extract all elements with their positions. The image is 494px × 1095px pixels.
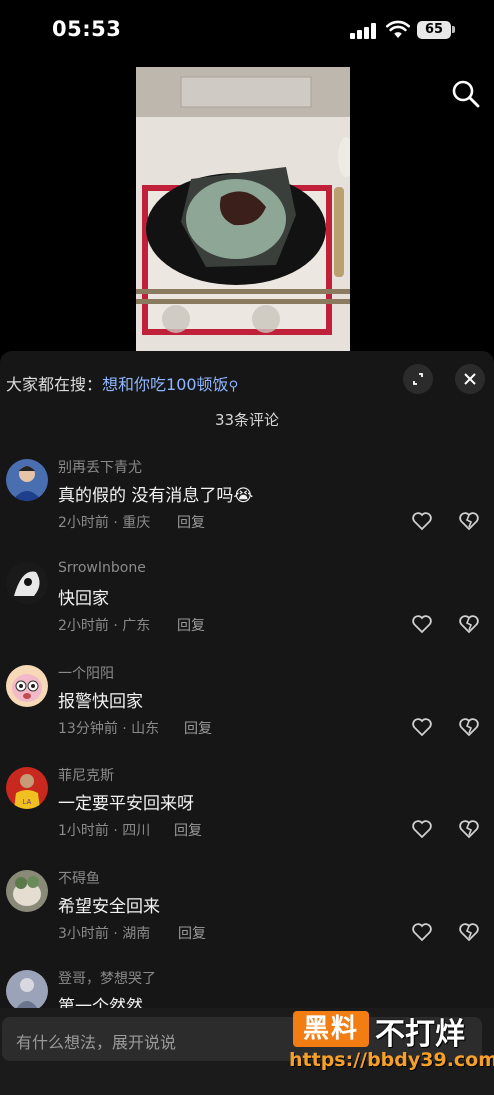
broken-heart-icon[interactable] <box>458 921 480 943</box>
comment-item: 别再丢下青尤 真的假的 没有消息了吗😭 2小时前 · 重庆 回复 <box>0 457 494 557</box>
broken-heart-icon[interactable] <box>458 716 480 738</box>
wifi-icon <box>386 20 410 38</box>
comment-username[interactable]: 菲尼克斯 <box>58 765 114 785</box>
broken-heart-icon[interactable] <box>458 613 480 635</box>
video-player[interactable] <box>0 60 494 351</box>
battery-level: 65 <box>417 21 451 39</box>
avatar[interactable] <box>6 665 48 707</box>
reply-button[interactable]: 回复 <box>174 820 202 840</box>
svg-text:LA: LA <box>23 799 32 806</box>
small-search-icon: ⚲ <box>228 379 239 394</box>
heart-icon[interactable] <box>411 613 433 635</box>
comment-text: 报警快回家 <box>58 692 143 712</box>
comment-username[interactable]: 一个阳阳 <box>58 663 114 683</box>
heart-icon[interactable] <box>411 818 433 840</box>
heart-icon[interactable] <box>411 921 433 943</box>
watermark-text: 不打烊 <box>375 1017 465 1052</box>
comment-meta: 1小时前 · 四川 <box>58 823 151 839</box>
avatar[interactable]: LA <box>6 767 48 809</box>
comment-count-title: 33条评论 <box>214 411 280 429</box>
watermark-logo: 黑料 不打烊 https://bbdy39.com <box>285 1007 494 1077</box>
expand-icon <box>413 373 423 385</box>
avatar[interactable] <box>6 562 48 604</box>
comment-item: 不碍鱼 希望安全回来 3小时前 · 湖南 回复 <box>0 868 494 968</box>
trending-search[interactable]: 大家都在搜：想和你吃100顿饭⚲ <box>6 371 238 395</box>
comment-text: 希望安全回来 <box>58 897 160 917</box>
watermark-badge: 黑料 <box>293 1011 369 1047</box>
comment-meta: 3小时前 · 湖南 <box>58 926 151 942</box>
comment-meta: 2小时前 · 广东 <box>58 618 151 634</box>
status-bar: 05:53 65 <box>0 0 494 60</box>
comment-text: 快回家 <box>58 589 109 609</box>
broken-heart-icon[interactable] <box>458 510 480 532</box>
watermark-url: https://bbdy39.com <box>289 1049 494 1071</box>
comment-meta: 13分钟前 · 山东 <box>58 721 160 737</box>
status-time: 05:53 <box>52 17 122 41</box>
comment-username[interactable]: 别再丢下青尤 <box>58 457 142 477</box>
comment-item: LA 菲尼克斯 一定要平安回来呀 1小时前 · 四川 回复 <box>0 765 494 865</box>
reply-button[interactable]: 回复 <box>177 615 205 635</box>
battery-icon <box>452 26 455 33</box>
cellular-signal-icon <box>350 23 376 39</box>
reply-button[interactable]: 回复 <box>184 718 212 738</box>
avatar[interactable] <box>6 970 48 1012</box>
comment-username[interactable]: 登哥，梦想哭了 <box>58 968 156 988</box>
comment-username[interactable]: SrrowInbone <box>58 560 146 576</box>
comment-username[interactable]: 不碍鱼 <box>58 868 100 888</box>
heart-icon[interactable] <box>411 510 433 532</box>
comment-item: 一个阳阳 报警快回家 13分钟前 · 山东 回复 <box>0 663 494 763</box>
search-icon[interactable] <box>450 78 482 110</box>
food-photo <box>136 67 350 351</box>
video-thumbnail[interactable] <box>136 67 350 351</box>
comment-panel: 大家都在搜：想和你吃100顿饭⚲ 33条评论 别再丢下青尤 真的假的 没有消息了… <box>0 351 494 1095</box>
comment-meta: 2小时前 · 重庆 <box>58 515 151 531</box>
expand-button[interactable] <box>403 364 433 394</box>
reply-button[interactable]: 回复 <box>177 512 205 532</box>
comment-item: SrrowInbone 快回家 2小时前 · 广东 回复 <box>0 560 494 660</box>
comment-text: 一定要平安回来呀 <box>58 794 194 814</box>
close-icon <box>464 373 476 385</box>
broken-heart-icon[interactable] <box>458 818 480 840</box>
comment-input-placeholder: 有什么想法，展开说说 <box>16 1033 177 1052</box>
reply-button[interactable]: 回复 <box>178 923 206 943</box>
comment-text: 真的假的 没有消息了吗😭 <box>58 486 254 506</box>
close-button[interactable] <box>455 364 485 394</box>
trending-label: 大家都在搜： <box>6 375 103 394</box>
trending-query-link[interactable]: 想和你吃100顿饭 <box>102 375 229 394</box>
avatar[interactable] <box>6 459 48 501</box>
heart-icon[interactable] <box>411 716 433 738</box>
avatar[interactable] <box>6 870 48 912</box>
